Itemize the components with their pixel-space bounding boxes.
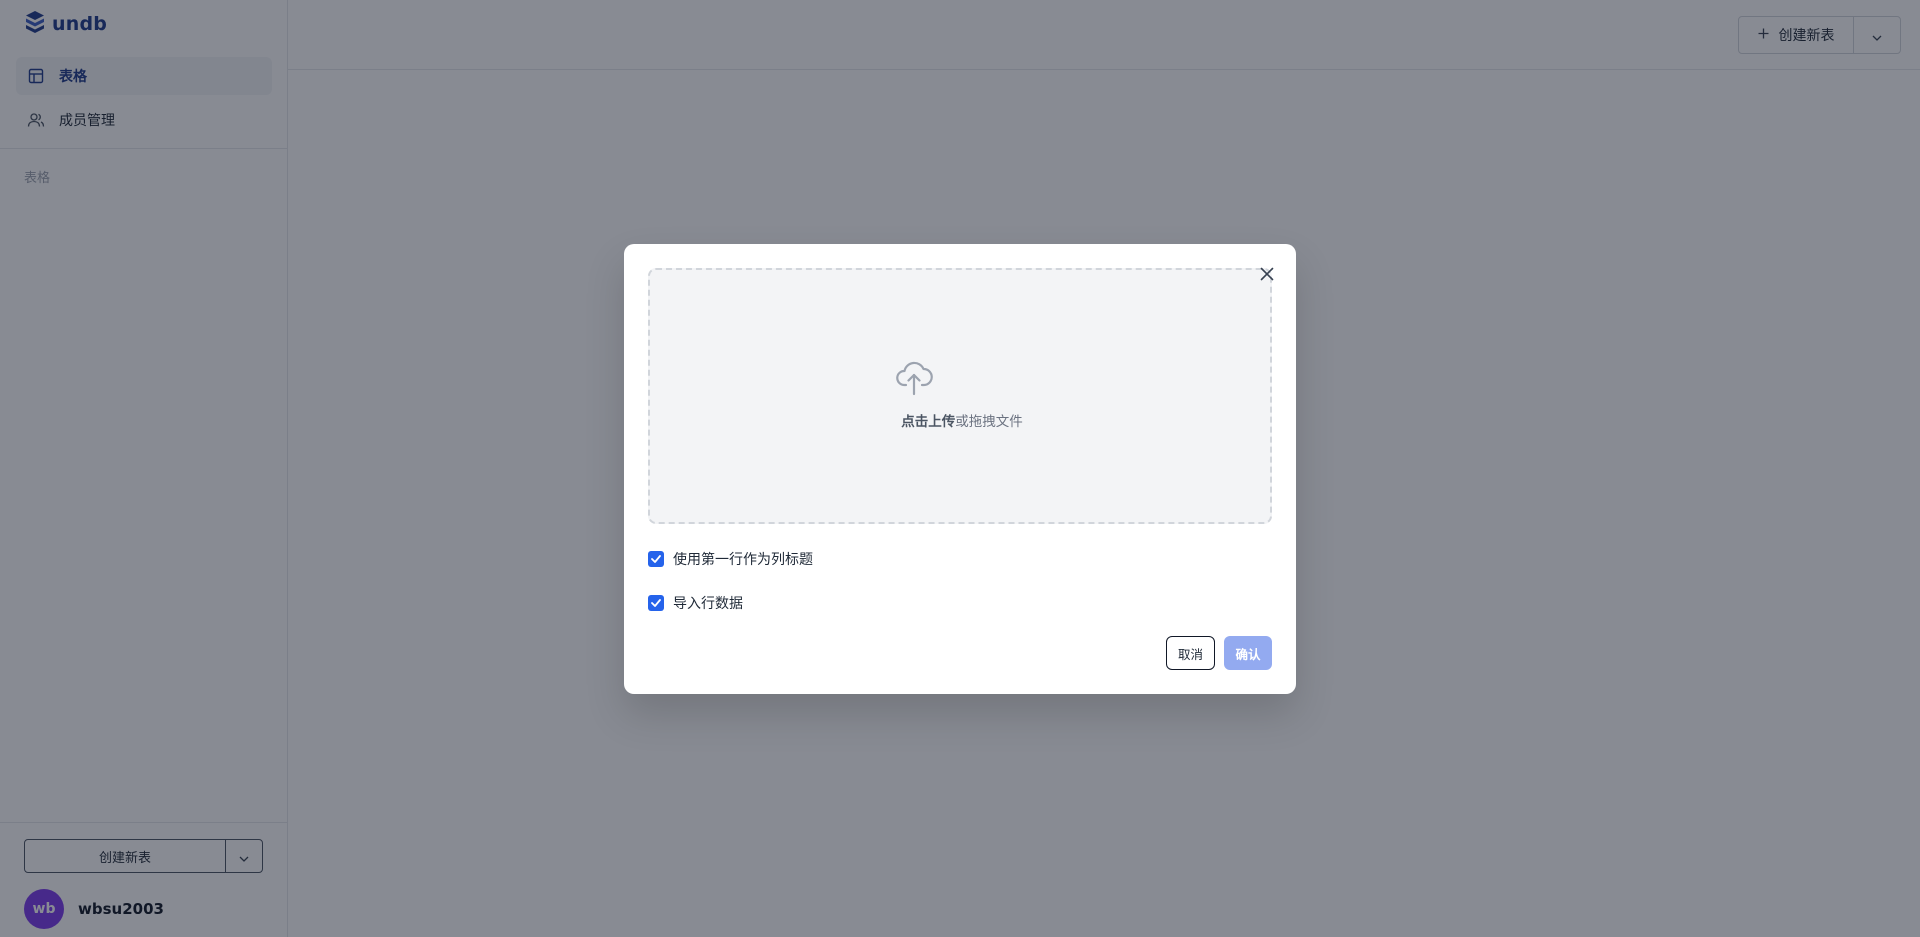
confirm-button[interactable]: 确认 [1224,636,1272,670]
upload-hint-strong: 点击上传 [901,414,956,430]
close-icon [1260,266,1274,285]
upload-hint: 点击上传或拖拽文件 [650,410,1274,430]
import-rows-label: 导入行数据 [673,596,743,612]
import-dialog: 点击上传或拖拽文件 使用第一行作为列标题 导入行数据 取消 确认 [624,244,1296,694]
first-row-header-option[interactable]: 使用第一行作为列标题 [648,549,813,569]
close-button[interactable] [1257,265,1277,285]
upload-hint-rest: 或拖拽文件 [955,414,1023,430]
file-dropzone[interactable]: 点击上传或拖拽文件 [648,268,1272,524]
first-row-header-label: 使用第一行作为列标题 [673,552,813,568]
import-rows-checkbox[interactable] [648,595,664,611]
import-rows-option[interactable]: 导入行数据 [648,593,743,613]
app-root: undb 表格 成员管理 [0,0,1920,937]
cancel-button[interactable]: 取消 [1166,636,1215,670]
cloud-upload-icon [896,361,933,396]
first-row-header-checkbox[interactable] [648,551,664,567]
